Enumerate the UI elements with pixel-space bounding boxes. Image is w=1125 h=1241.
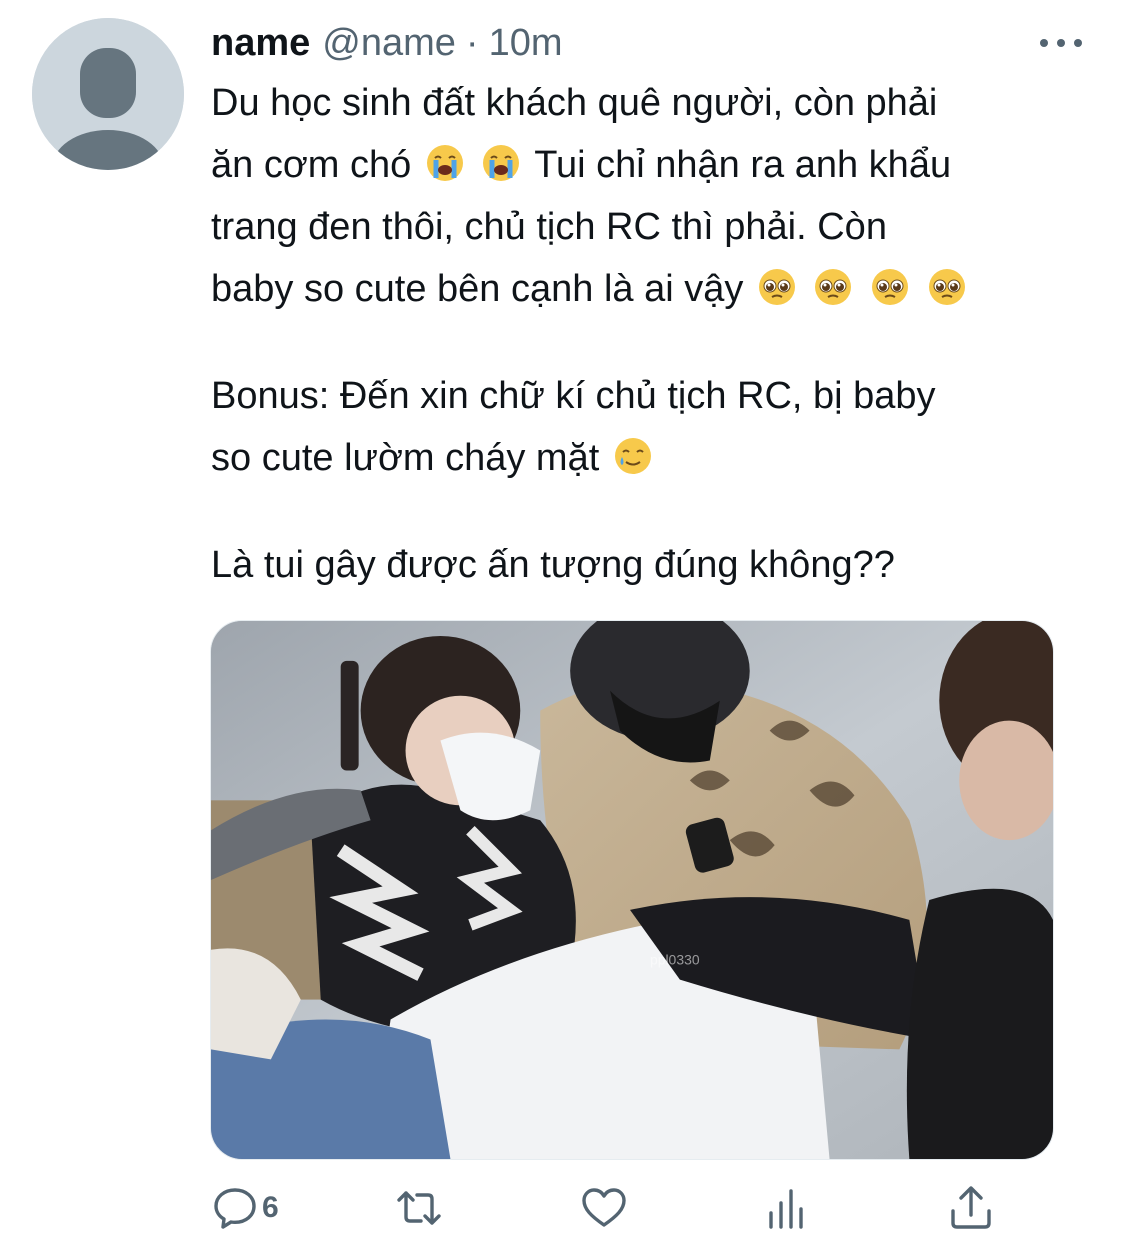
author-name[interactable]: name [211,18,310,68]
pleading-face-icon [758,263,796,305]
author-handle[interactable]: @name [322,18,456,68]
analytics-button[interactable] [763,1178,813,1238]
text-segment: baby so cute bên cạnh là ai vậy [211,268,754,310]
text-segment [800,268,811,310]
pleading-face-icon [871,263,909,305]
tweet-text-line: so cute lườm cháy mặt [211,427,1091,489]
tweet-text-line: Bonus: Đến xin chữ kí chủ tịch RC, bị ba… [211,365,1091,427]
like-button[interactable] [579,1178,629,1238]
avatar[interactable] [32,18,184,170]
dot-icon [1057,39,1065,47]
tweet-actions: 6 [210,1178,1000,1238]
text-segment [468,144,479,186]
tweet-header: name @name · 10m [211,18,563,68]
dot-icon [1074,39,1082,47]
smiling-face-with-tear-icon [614,432,652,474]
pleading-face-icon [928,263,966,305]
text-segment: Tui chỉ nhận ra anh khẩu [524,144,952,186]
retweet-icon [397,1191,441,1225]
heart-icon [582,1188,626,1227]
separator-dot: · [465,22,479,64]
share-button[interactable] [946,1178,996,1238]
more-options-button[interactable] [1036,26,1086,60]
dot-icon [1040,39,1048,47]
text-segment: Là tui gây được ấn tượng đúng không?? [211,544,895,586]
watermark-text: ppl0330 [650,952,700,968]
loudly-crying-face-icon [426,139,464,181]
text-segment: ăn cơm chó [211,144,422,186]
text-segment: Du học sinh đất khách quê người, còn phả… [211,82,938,124]
photo-image: ppl0330 [211,621,1053,1159]
reply-count: 6 [262,1191,279,1224]
tweet-photo[interactable]: ppl0330 [210,620,1054,1160]
default-avatar-icon [32,18,184,170]
text-segment [913,268,924,310]
loudly-crying-face-icon [482,139,520,181]
text-segment: trang đen thôi, chủ tịch RC thì phải. Cò… [211,206,887,248]
text-segment [856,268,867,310]
text-segment: so cute lườm cháy mặt [211,437,610,479]
tweet-text-line: trang đen thôi, chủ tịch RC thì phải. Cò… [211,196,1091,258]
retweet-button[interactable] [394,1178,444,1238]
reply-icon [214,1188,256,1229]
tweet-text: Du học sinh đất khách quê người, còn phả… [211,72,1091,596]
analytics-icon [769,1189,803,1229]
tweet-text-line: ăn cơm chó Tui chỉ nhận ra anh khẩu [211,134,1091,196]
tweet-text-line: Du học sinh đất khách quê người, còn phả… [211,72,1091,134]
timestamp[interactable]: 10m [489,18,563,68]
pleading-face-icon [814,263,852,305]
tweet-text-line: Là tui gây được ấn tượng đúng không?? [211,534,1091,596]
share-icon [951,1186,991,1229]
reply-button[interactable]: 6 [210,1178,279,1238]
text-segment: Bonus: Đến xin chữ kí chủ tịch RC, bị ba… [211,375,936,417]
tweet-text-line: baby so cute bên cạnh là ai vậy [211,258,1091,320]
